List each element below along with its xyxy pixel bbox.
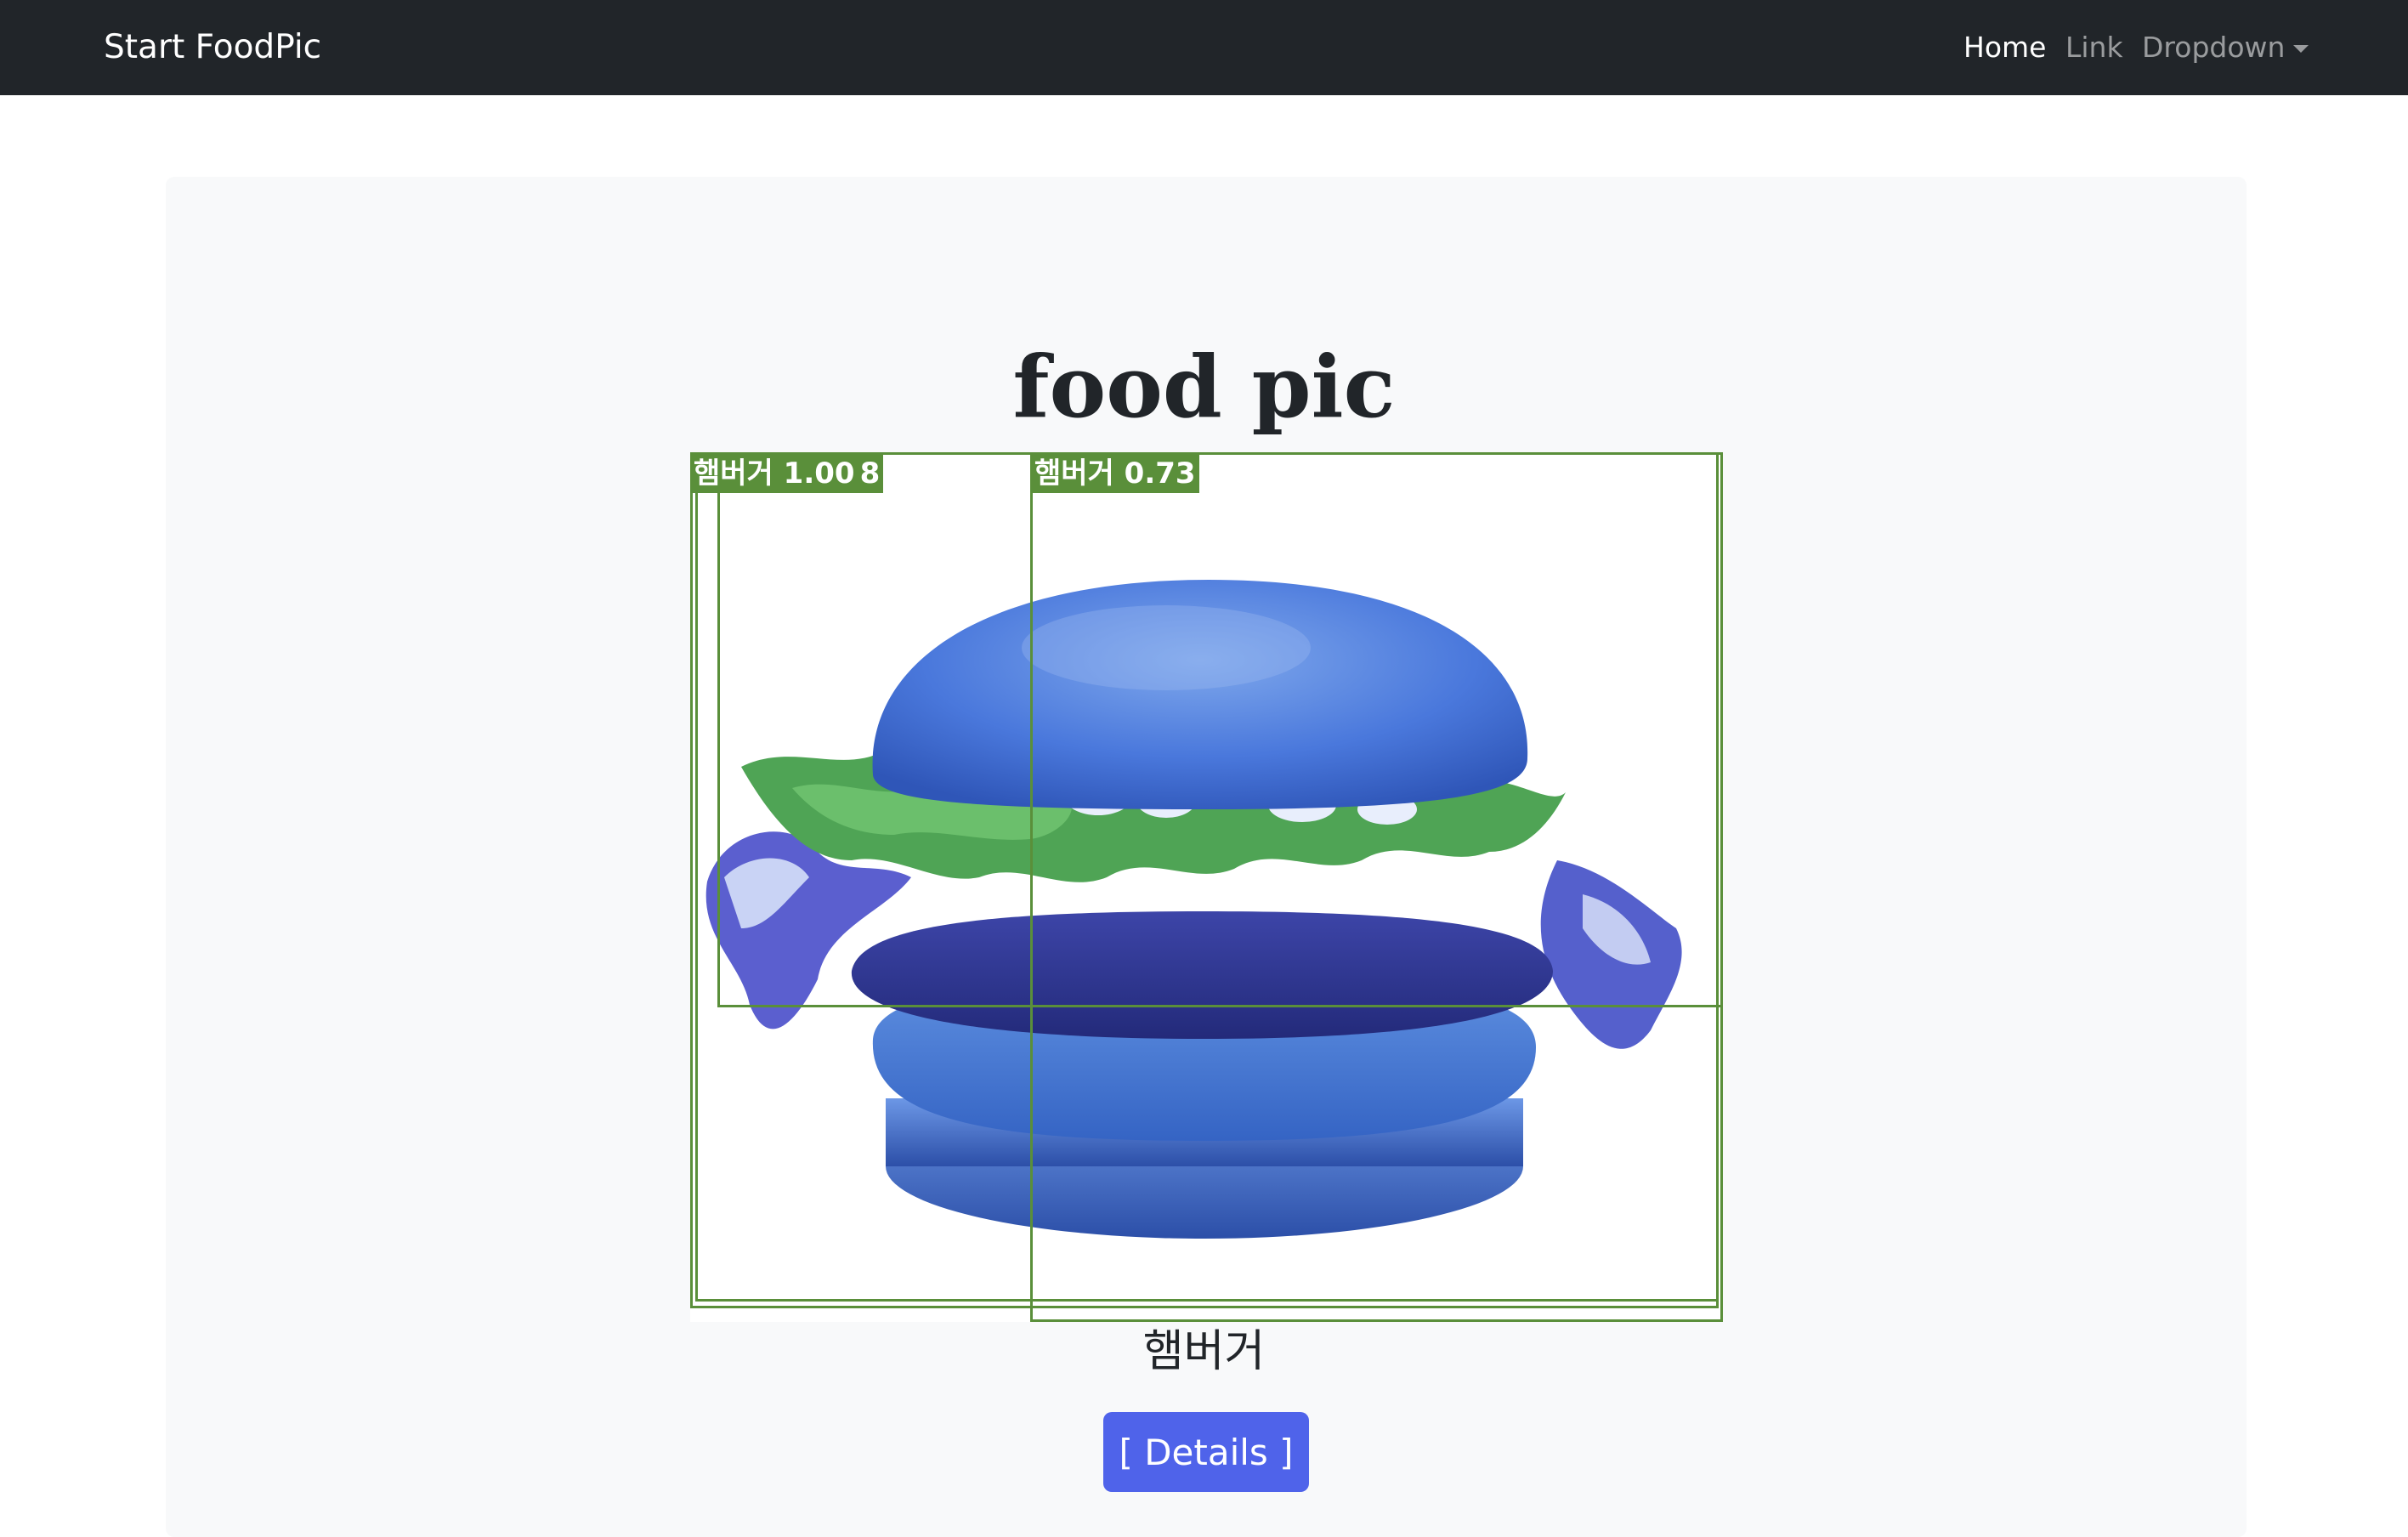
navbar: Start FoodPic Home Link Dropdown [0,0,2408,95]
nav-dropdown-label: Dropdown [2142,31,2286,64]
details-button[interactable]: [ Details ] [1103,1412,1309,1492]
nav-dropdown[interactable]: Dropdown [2142,24,2309,71]
brand-link[interactable]: Start FoodPic [104,24,321,71]
detection-label-1-text: 햄버거 1.00 [694,457,855,491]
page-title: food pic [1012,337,1396,437]
nav-home[interactable]: Home [1963,24,2046,71]
detection-label-1-overlap: 8 [859,457,881,491]
detection-label-2: 햄버거 0.73 [1031,454,1199,493]
detection-label-1: 햄버거 1.00 8 [690,454,884,493]
food-image: 햄버거 1.00 8 햄버거 0.73 [690,452,1723,1322]
prediction-caption: 햄버거 [1142,1326,1266,1377]
caret-down-icon [2293,45,2309,53]
nav-link[interactable]: Link [2065,24,2123,71]
detection-box-2 [1030,452,1723,1322]
